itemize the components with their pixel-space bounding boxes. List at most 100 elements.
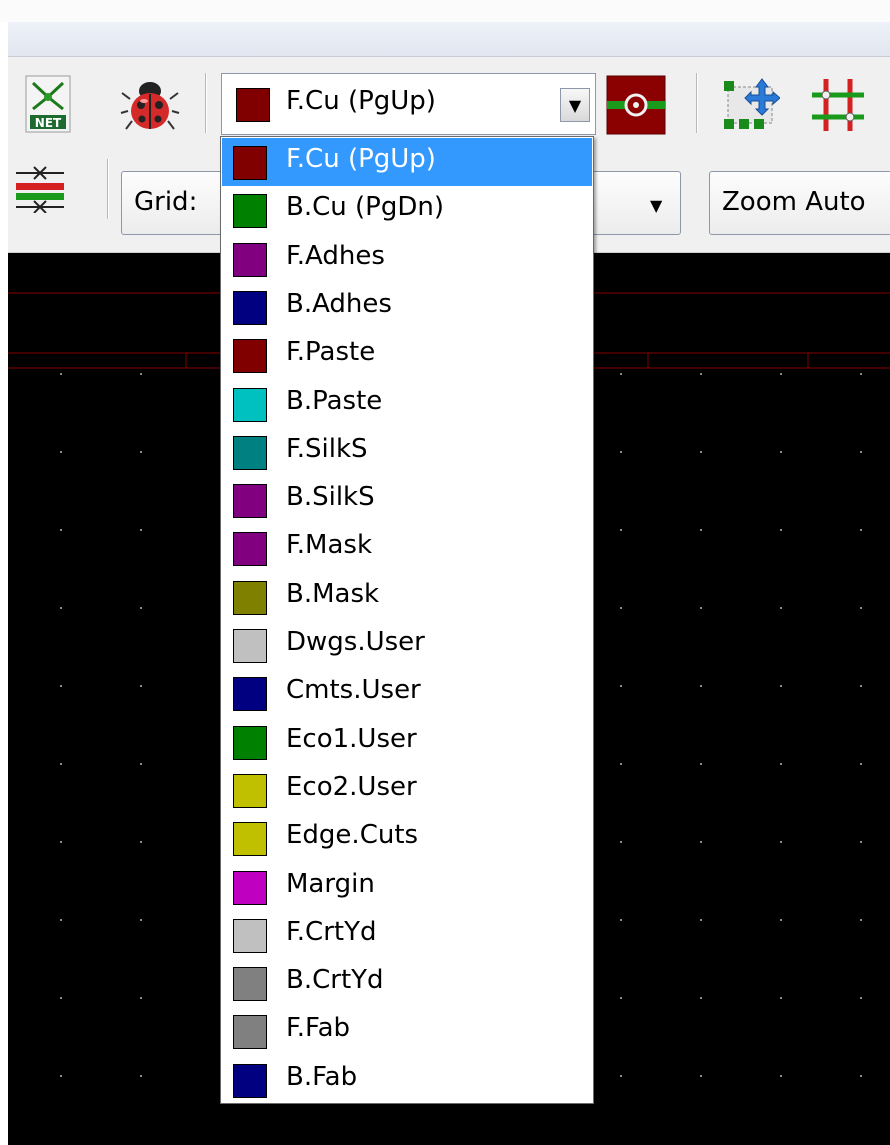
footprint-move-icon[interactable] (720, 75, 781, 135)
grid-dot (860, 373, 862, 375)
layer-option-label: B.Paste (286, 385, 383, 416)
grid-dot (60, 763, 62, 765)
layer-color-swatch (233, 967, 267, 1002)
zoom-combo[interactable]: Zoom Auto (709, 171, 890, 235)
title-bar (8, 22, 890, 57)
grid-dot (780, 685, 782, 687)
pcbnew-window: NET F.Cu (PgUp) ▼ Grid: ▼ Zoom Auto F.Cu… (0, 0, 890, 1145)
layer-option[interactable]: B.Cu (PgDn) (222, 186, 592, 234)
grid-dot (780, 997, 782, 999)
layer-option[interactable]: F.SilkS (222, 428, 592, 476)
grid-dot (620, 997, 622, 999)
grid-dot (860, 1075, 862, 1077)
ladybug-drc-icon[interactable] (120, 77, 180, 133)
layer-color-swatch (233, 194, 267, 229)
grid-dot (700, 763, 702, 765)
grid-dot (140, 1075, 142, 1077)
layer-option-label: B.Adhes (286, 288, 392, 319)
zoom-label: Zoom Auto (722, 187, 866, 217)
layer-option-label: Eco1.User (286, 723, 417, 754)
grid-dot (140, 997, 142, 999)
grid-dot (140, 529, 142, 531)
layer-option[interactable]: B.SilkS (222, 476, 592, 524)
layer-color-swatch (236, 88, 270, 122)
layer-color-swatch (233, 146, 267, 180)
grid-dot (700, 607, 702, 609)
layer-option[interactable]: B.Mask (222, 573, 592, 621)
grid-dot (860, 529, 862, 531)
grid-dot (60, 685, 62, 687)
grid-dot (140, 763, 142, 765)
chevron-down-icon[interactable]: ▼ (560, 88, 590, 122)
grid-dot (700, 997, 702, 999)
layer-option[interactable]: F.Cu (PgUp) (222, 138, 592, 186)
grid-dot (780, 1075, 782, 1077)
layer-option[interactable]: F.Fab (222, 1007, 592, 1055)
grid-dot (700, 685, 702, 687)
layer-option-label: B.CrtYd (286, 965, 384, 996)
layer-option[interactable]: B.Paste (222, 380, 592, 428)
layer-option-label: Edge.Cuts (286, 820, 419, 851)
layer-option-label: F.Paste (286, 337, 376, 368)
layer-option[interactable]: F.Paste (222, 331, 592, 379)
layer-color-swatch (233, 339, 267, 374)
grid-dot (780, 373, 782, 375)
grid-dot (620, 373, 622, 375)
grid-dot (780, 607, 782, 609)
grid-dot (620, 607, 622, 609)
grid-dot (620, 1075, 622, 1077)
grid-dot (620, 529, 622, 531)
layer-option[interactable]: Cmts.User (222, 669, 592, 717)
grid-dot (780, 763, 782, 765)
toolbar-separator (107, 159, 109, 219)
grid-dot (620, 841, 622, 843)
layer-option-label: F.Cu (PgUp) (286, 144, 436, 174)
layer-color-swatch (233, 1015, 267, 1050)
netlist-icon[interactable]: NET (25, 75, 71, 133)
layer-option-label: F.SilkS (286, 433, 368, 464)
layer-color-swatch (233, 677, 267, 712)
via-layer-pair-icon[interactable] (606, 75, 666, 135)
layer-option[interactable]: B.Fab (222, 1056, 592, 1104)
grid-chevron-down-icon[interactable]: ▼ (650, 196, 662, 215)
grid-dot (140, 373, 142, 375)
layer-option-label: Margin (286, 868, 375, 899)
layer-option[interactable]: Dwgs.User (222, 621, 592, 669)
grid-dot (700, 919, 702, 921)
grid-label: Grid: (134, 187, 198, 217)
layer-option-label: B.Cu (PgDn) (286, 192, 444, 223)
grid-dot (620, 763, 622, 765)
grid-dot (700, 1075, 702, 1077)
grid-dot (780, 451, 782, 453)
microwave-tool-icon[interactable] (14, 163, 66, 214)
grid-dot (700, 373, 702, 375)
layer-option[interactable]: B.Adhes (222, 283, 592, 331)
layer-option-label: F.Adhes (286, 240, 385, 271)
layer-selector-combo[interactable]: F.Cu (PgUp) ▼ (221, 73, 596, 135)
layer-option[interactable]: B.CrtYd (222, 959, 592, 1007)
layer-option-label: Dwgs.User (286, 627, 425, 657)
net-icon-text: NET (35, 116, 62, 130)
grid-dot (860, 607, 862, 609)
layer-option[interactable]: Edge.Cuts (222, 814, 592, 862)
layer-option[interactable]: F.CrtYd (222, 911, 592, 959)
layer-selector-value: F.Cu (PgUp) (286, 86, 436, 116)
layer-option[interactable]: Eco1.User (222, 718, 592, 766)
track-icon[interactable] (808, 75, 868, 135)
layer-color-swatch (233, 773, 267, 808)
layer-option-label: Eco2.User (286, 771, 417, 802)
grid-dot (140, 451, 142, 453)
grid-dot (620, 451, 622, 453)
layer-option-label: F.Mask (286, 530, 373, 561)
grid-dot (700, 451, 702, 453)
layer-color-swatch (233, 918, 267, 953)
grid-dot (860, 841, 862, 843)
layer-option[interactable]: Eco2.User (222, 766, 592, 814)
grid-dot (60, 841, 62, 843)
layer-option[interactable]: F.Mask (222, 524, 592, 572)
grid-dot (700, 841, 702, 843)
layer-option[interactable]: F.Adhes (222, 235, 592, 283)
grid-dot (140, 841, 142, 843)
layer-dropdown-list: F.Cu (PgUp) B.Cu (PgDn) F.Adhes B.Adhes F.Pa… (220, 136, 594, 1104)
layer-option[interactable]: Margin (222, 863, 592, 911)
